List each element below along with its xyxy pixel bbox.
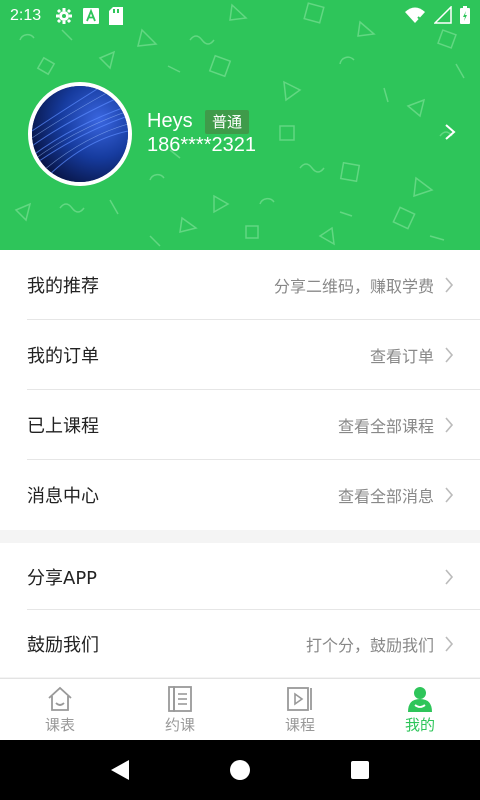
tab-schedule[interactable]: 课表 — [0, 679, 120, 740]
menu-item-hint: 查看全部消息 — [337, 487, 434, 506]
sd-card-icon — [109, 7, 124, 25]
recents-square-icon — [351, 761, 369, 779]
menu-item-hint: 分享二维码，赚取学费 — [273, 277, 434, 296]
profile-icon — [408, 687, 432, 712]
status-time: 2:13 — [10, 7, 42, 24]
tab-book-class[interactable]: 约课 — [120, 679, 240, 740]
member-level-badge: 普通 — [205, 110, 249, 134]
menu-item-orders[interactable]: 我的订单 查看订单 — [0, 320, 480, 390]
status-bar: 2:13 — [0, 0, 480, 32]
menu-item-hint: 查看订单 — [369, 347, 434, 366]
menu-item-recommend[interactable]: 我的推荐 分享二维码，赚取学费 — [0, 250, 480, 320]
tab-mine[interactable]: 我的 — [360, 679, 480, 740]
menu-item-label: 我的推荐 — [27, 276, 99, 297]
menu-section-secondary: 分享APP 鼓励我们 打个分，鼓励我们 — [0, 543, 480, 677]
menu-item-label: 消息中心 — [27, 486, 99, 507]
chevron-right-icon — [445, 347, 454, 363]
tab-label: 课程 — [284, 716, 315, 734]
back-triangle-icon — [111, 760, 129, 780]
system-navigation-bar — [0, 740, 480, 800]
wifi-icon — [405, 7, 425, 23]
signal-icon — [434, 6, 452, 24]
home-button[interactable] — [210, 740, 270, 800]
username: Heys — [147, 110, 193, 132]
tab-label: 约课 — [164, 716, 195, 734]
chevron-right-icon — [445, 417, 454, 433]
tab-label: 课表 — [44, 716, 75, 734]
menu-item-label: 已上课程 — [27, 416, 99, 437]
menu-item-label: 我的订单 — [27, 346, 99, 367]
menu-item-label: 鼓励我们 — [27, 634, 99, 656]
profile-header: 2:13 Heys 普通 186****2321 — [0, 0, 480, 250]
menu-item-hint: 查看全部课程 — [337, 417, 434, 436]
chevron-right-icon — [445, 568, 454, 585]
menu-item-hint: 打个分，鼓励我们 — [305, 635, 434, 655]
gear-icon — [56, 8, 73, 24]
chevron-right-icon — [445, 487, 454, 503]
menu-item-rate-us[interactable]: 鼓励我们 打个分，鼓励我们 — [0, 610, 480, 677]
video-icon — [287, 687, 312, 711]
recents-button[interactable] — [330, 740, 390, 800]
bottom-tab-bar: 课表 约课 课程 我的 — [0, 678, 480, 740]
home-circle-icon — [230, 760, 250, 780]
battery-icon — [460, 6, 470, 24]
tab-label: 我的 — [404, 716, 435, 734]
chevron-right-icon[interactable] — [440, 122, 460, 142]
chevron-right-icon — [445, 635, 454, 652]
avatar[interactable] — [28, 82, 132, 186]
chevron-right-icon — [445, 277, 454, 293]
menu-item-share-app[interactable]: 分享APP — [0, 543, 480, 610]
back-button[interactable] — [90, 740, 150, 800]
avatar-image — [32, 86, 128, 182]
menu-item-attended-courses[interactable]: 已上课程 查看全部课程 — [0, 390, 480, 460]
menu-section-primary: 我的推荐 分享二维码，赚取学费 我的订单 查看订单 已上课程 查看全部课程 消息… — [0, 250, 480, 530]
home-icon — [48, 686, 72, 711]
menu-item-label: 分享APP — [27, 567, 98, 589]
tab-courses[interactable]: 课程 — [240, 679, 360, 740]
menu-item-messages[interactable]: 消息中心 查看全部消息 — [0, 460, 480, 530]
a-notification-icon — [83, 8, 100, 24]
book-icon — [168, 686, 192, 712]
phone-number: 186****2321 — [147, 134, 256, 156]
